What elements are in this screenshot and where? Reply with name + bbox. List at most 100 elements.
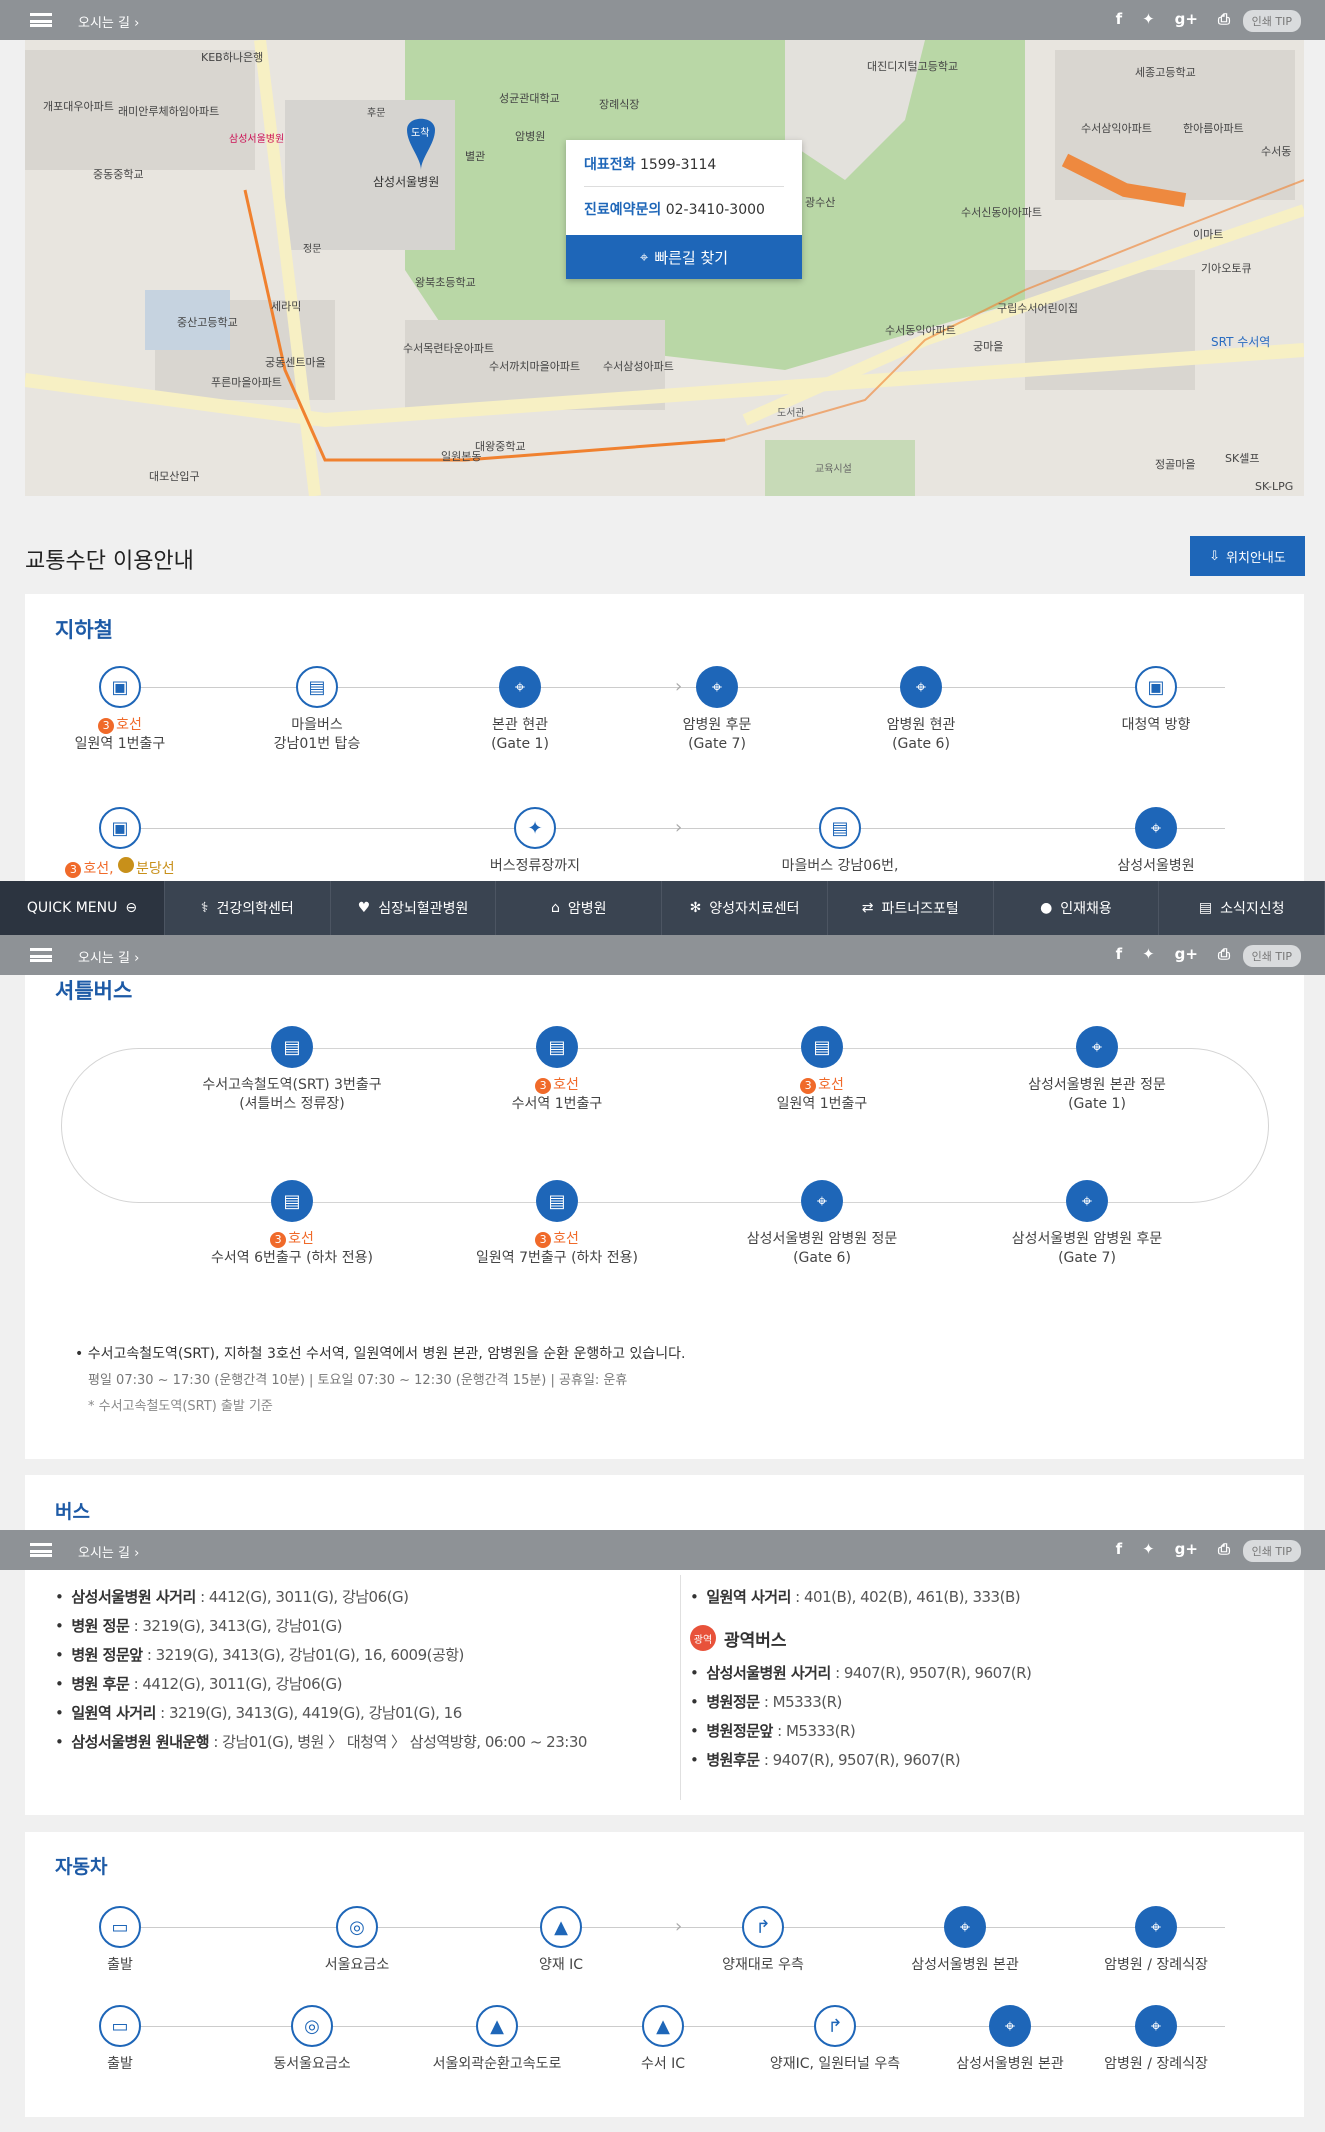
quick-proton-center[interactable]: ✻ 양성자치료센터 [662, 881, 828, 935]
quick-recruit[interactable]: ● 인재채용 [994, 881, 1160, 935]
bus-stop-name: 삼성서울병원 원내운행 [71, 1733, 210, 1751]
print-tip-button[interactable]: 인쇄 TIP [1242, 945, 1301, 967]
subway-step-1: ▣ 3 호선 일원역 1번출구 [30, 666, 210, 754]
bus-list-left: 삼성서울병원 사거리 : 4412(G), 3011(G), 강남06(G) 병… [55, 1583, 587, 1757]
bus-stop-item: 병원 후문 : 4412(G), 3011(G), 강남06(G) [55, 1670, 587, 1699]
svg-text:수서삼익아파트: 수서삼익아파트 [1081, 122, 1152, 135]
subway-step-6: ▣ 대청역 방향 [1066, 666, 1246, 735]
bus-routes: : 4412(G), 3011(G), 강남06(G) [129, 1675, 343, 1693]
stop-label: 삼성서울병원 암병원 정문 (Gate 6) [746, 1231, 898, 1266]
step-label: 서울외곽순환고속도로 [432, 2056, 562, 2072]
location-guide-button[interactable]: ⇩ 위치안내도 [1190, 536, 1305, 576]
quick-health-center[interactable]: ⚕ 건강의학센터 [165, 881, 331, 935]
svg-text:장례식장: 장례식장 [599, 98, 639, 111]
menu-icon[interactable] [30, 1543, 52, 1557]
car-step-5: ⌖ 삼성서울병원 본관 [875, 1906, 1055, 1975]
print-tip-button[interactable]: 인쇄 TIP [1242, 1540, 1301, 1562]
subway-title: 지하철 [55, 618, 113, 642]
step-label: 양재IC, 일원터널 우측 [769, 2056, 901, 2072]
shuttle-footnote: * 수서고속철도역(SRT) 출발 기준 [88, 1399, 273, 1414]
subway-step-b4: ⌖ 삼성서울병원 [1066, 807, 1246, 876]
line-badge: 3 [98, 718, 115, 734]
step-label: 본관 현관 (Gate 1) [491, 717, 549, 752]
svg-text:성균관대학교: 성균관대학교 [499, 92, 560, 105]
bus-stop-name: 일원역 사거리 [706, 1588, 791, 1606]
bus-routes: : M5333(R) [772, 1722, 856, 1740]
print-icon[interactable]: ⎙ [1218, 10, 1230, 28]
svg-text:중동중학교: 중동중학교 [93, 168, 144, 181]
print-tip-button[interactable]: 인쇄 TIP [1242, 10, 1301, 32]
bus-routes: : 3219(G), 3413(G), 강남01(G) [129, 1617, 343, 1635]
route-button[interactable]: ⌖ 빠른길 찾기 [566, 235, 802, 279]
shuttle-stop-2: ▤ 3 호선 수서역 1번출구 [467, 1026, 647, 1114]
quick-menu-toggle[interactable]: QUICK MENU ⊖ [0, 881, 165, 935]
bus-stop-name: 병원 정문앞 [71, 1646, 143, 1664]
map-info-popup: 대표전화 1599-3114 진료예약문의 02-3410-3000 ⌖ 빠른길 … [566, 140, 802, 279]
bus-icon: ▤ [801, 1026, 843, 1068]
menu-icon[interactable] [30, 948, 52, 962]
print-icon[interactable]: ⎙ [1218, 1540, 1230, 1558]
line-label: 호선 [818, 1077, 844, 1093]
step-label: 암병원 / 장례식장 [1104, 2056, 1208, 2072]
walk-icon: ✦ [514, 807, 556, 849]
svg-text:별관: 별관 [465, 150, 485, 163]
facebook-icon[interactable]: f [1116, 1540, 1123, 1558]
stop-label: 수서역 6번출구 (하차 전용) [211, 1250, 373, 1266]
breadcrumb[interactable]: 오시는 길 › [78, 947, 139, 966]
bus-stop-item: 병원 정문앞 : 3219(G), 3413(G), 강남01(G), 16, … [55, 1641, 587, 1670]
googleplus-icon[interactable]: g+ [1175, 945, 1198, 963]
facebook-icon[interactable]: f [1116, 10, 1123, 28]
twitter-icon[interactable]: ✦ [1142, 1540, 1155, 1558]
shuttle-title: 셔틀버스 [55, 979, 133, 1003]
top-bar: 오시는 길 › f ✦ g+ ⎙ 인쇄 TIP [0, 0, 1325, 40]
googleplus-icon[interactable]: g+ [1175, 1540, 1198, 1558]
bus-routes: : 4412(G), 3011(G), 강남06(G) [195, 1588, 409, 1606]
subway-step-3: ⌖ 본관 현관 (Gate 1) [430, 666, 610, 754]
facebook-icon[interactable]: f [1116, 945, 1123, 963]
stop-label: 일원역 7번출구 (하차 전용) [476, 1250, 638, 1266]
quick-cancer-center[interactable]: ⌂ 암병원 [496, 881, 663, 935]
minus-icon: ⊖ [125, 900, 138, 916]
svg-text:수서동: 수서동 [1261, 145, 1291, 158]
shuttle-stop-5: ▤ 3 호선 수서역 6번출구 (하차 전용) [177, 1180, 407, 1268]
breadcrumb[interactable]: 오시는 길 › [78, 1542, 139, 1561]
subway-step-5: ⌖ 암병원 현관 (Gate 6) [831, 666, 1011, 754]
menu-icon[interactable] [30, 13, 52, 27]
shuttle-stop-4: ⌖ 삼성서울병원 본관 정문 (Gate 1) [982, 1026, 1212, 1114]
bus-routes: : 3219(G), 3413(G), 강남01(G), 16, 6009(공항… [142, 1646, 465, 1664]
map[interactable]: 개포대우아파트 KEB하나은행 래미안루체하임아파트 중동중학교 성균관대학교 … [25, 40, 1304, 496]
twitter-icon[interactable]: ✦ [1142, 945, 1155, 963]
document-icon: ▤ [1198, 900, 1213, 916]
pin-icon: ⌖ [1076, 1026, 1118, 1068]
svg-text:대진디지털고등학교: 대진디지털고등학교 [867, 60, 958, 73]
share-icons: f ✦ g+ ⎙ [1116, 945, 1230, 963]
quick-partners-portal[interactable]: ⇄ 파트너즈포털 [828, 881, 994, 935]
quick-newsletter[interactable]: ▤ 소식지신청 [1159, 881, 1325, 935]
pin-icon: ⌖ [696, 666, 738, 708]
subway-step-b2: ✦ 버스정류장까지 [445, 807, 625, 876]
step-label: 양재대로 우측 [722, 1957, 804, 1973]
googleplus-icon[interactable]: g+ [1175, 10, 1198, 28]
step-label: 양재 IC [538, 1957, 584, 1973]
step-label: 버스정류장까지 [489, 858, 581, 874]
svg-text:세라믹: 세라믹 [271, 300, 301, 313]
svg-text:KEB하나은행: KEB하나은행 [201, 50, 263, 64]
stop-label: 삼성서울병원 암병원 후문 (Gate 7) [1011, 1231, 1163, 1266]
pin-icon: ⌖ [900, 666, 942, 708]
bus-stop-name: 병원정문 [706, 1693, 760, 1711]
tel-number[interactable]: 1599-3114 [640, 157, 716, 173]
svg-text:후문: 후문 [367, 107, 385, 119]
atom-icon: ✻ [689, 900, 702, 916]
reservation-number[interactable]: 02-3410-3000 [666, 202, 765, 218]
svg-text:래미안루체하임아파트: 래미안루체하임아파트 [118, 104, 219, 118]
svg-text:수서까치마을아파트: 수서까치마을아파트 [489, 360, 580, 373]
bus-stop-item: 삼성서울병원 사거리 : 9407(R), 9507(R), 9607(R) [690, 1659, 1032, 1688]
reservation-label: 진료예약문의 [584, 202, 662, 218]
svg-text:세종고등학교: 세종고등학교 [1135, 66, 1196, 79]
print-icon[interactable]: ⎙ [1218, 945, 1230, 963]
twitter-icon[interactable]: ✦ [1142, 10, 1155, 28]
quick-heart-center[interactable]: ♥ 심장뇌혈관병원 [331, 881, 497, 935]
breadcrumb[interactable]: 오시는 길 › [78, 12, 139, 31]
train-icon: ▣ [99, 666, 141, 708]
top-bar-sticky: 오시는 길 › f ✦ g+ ⎙ 인쇄 TIP [0, 935, 1325, 975]
